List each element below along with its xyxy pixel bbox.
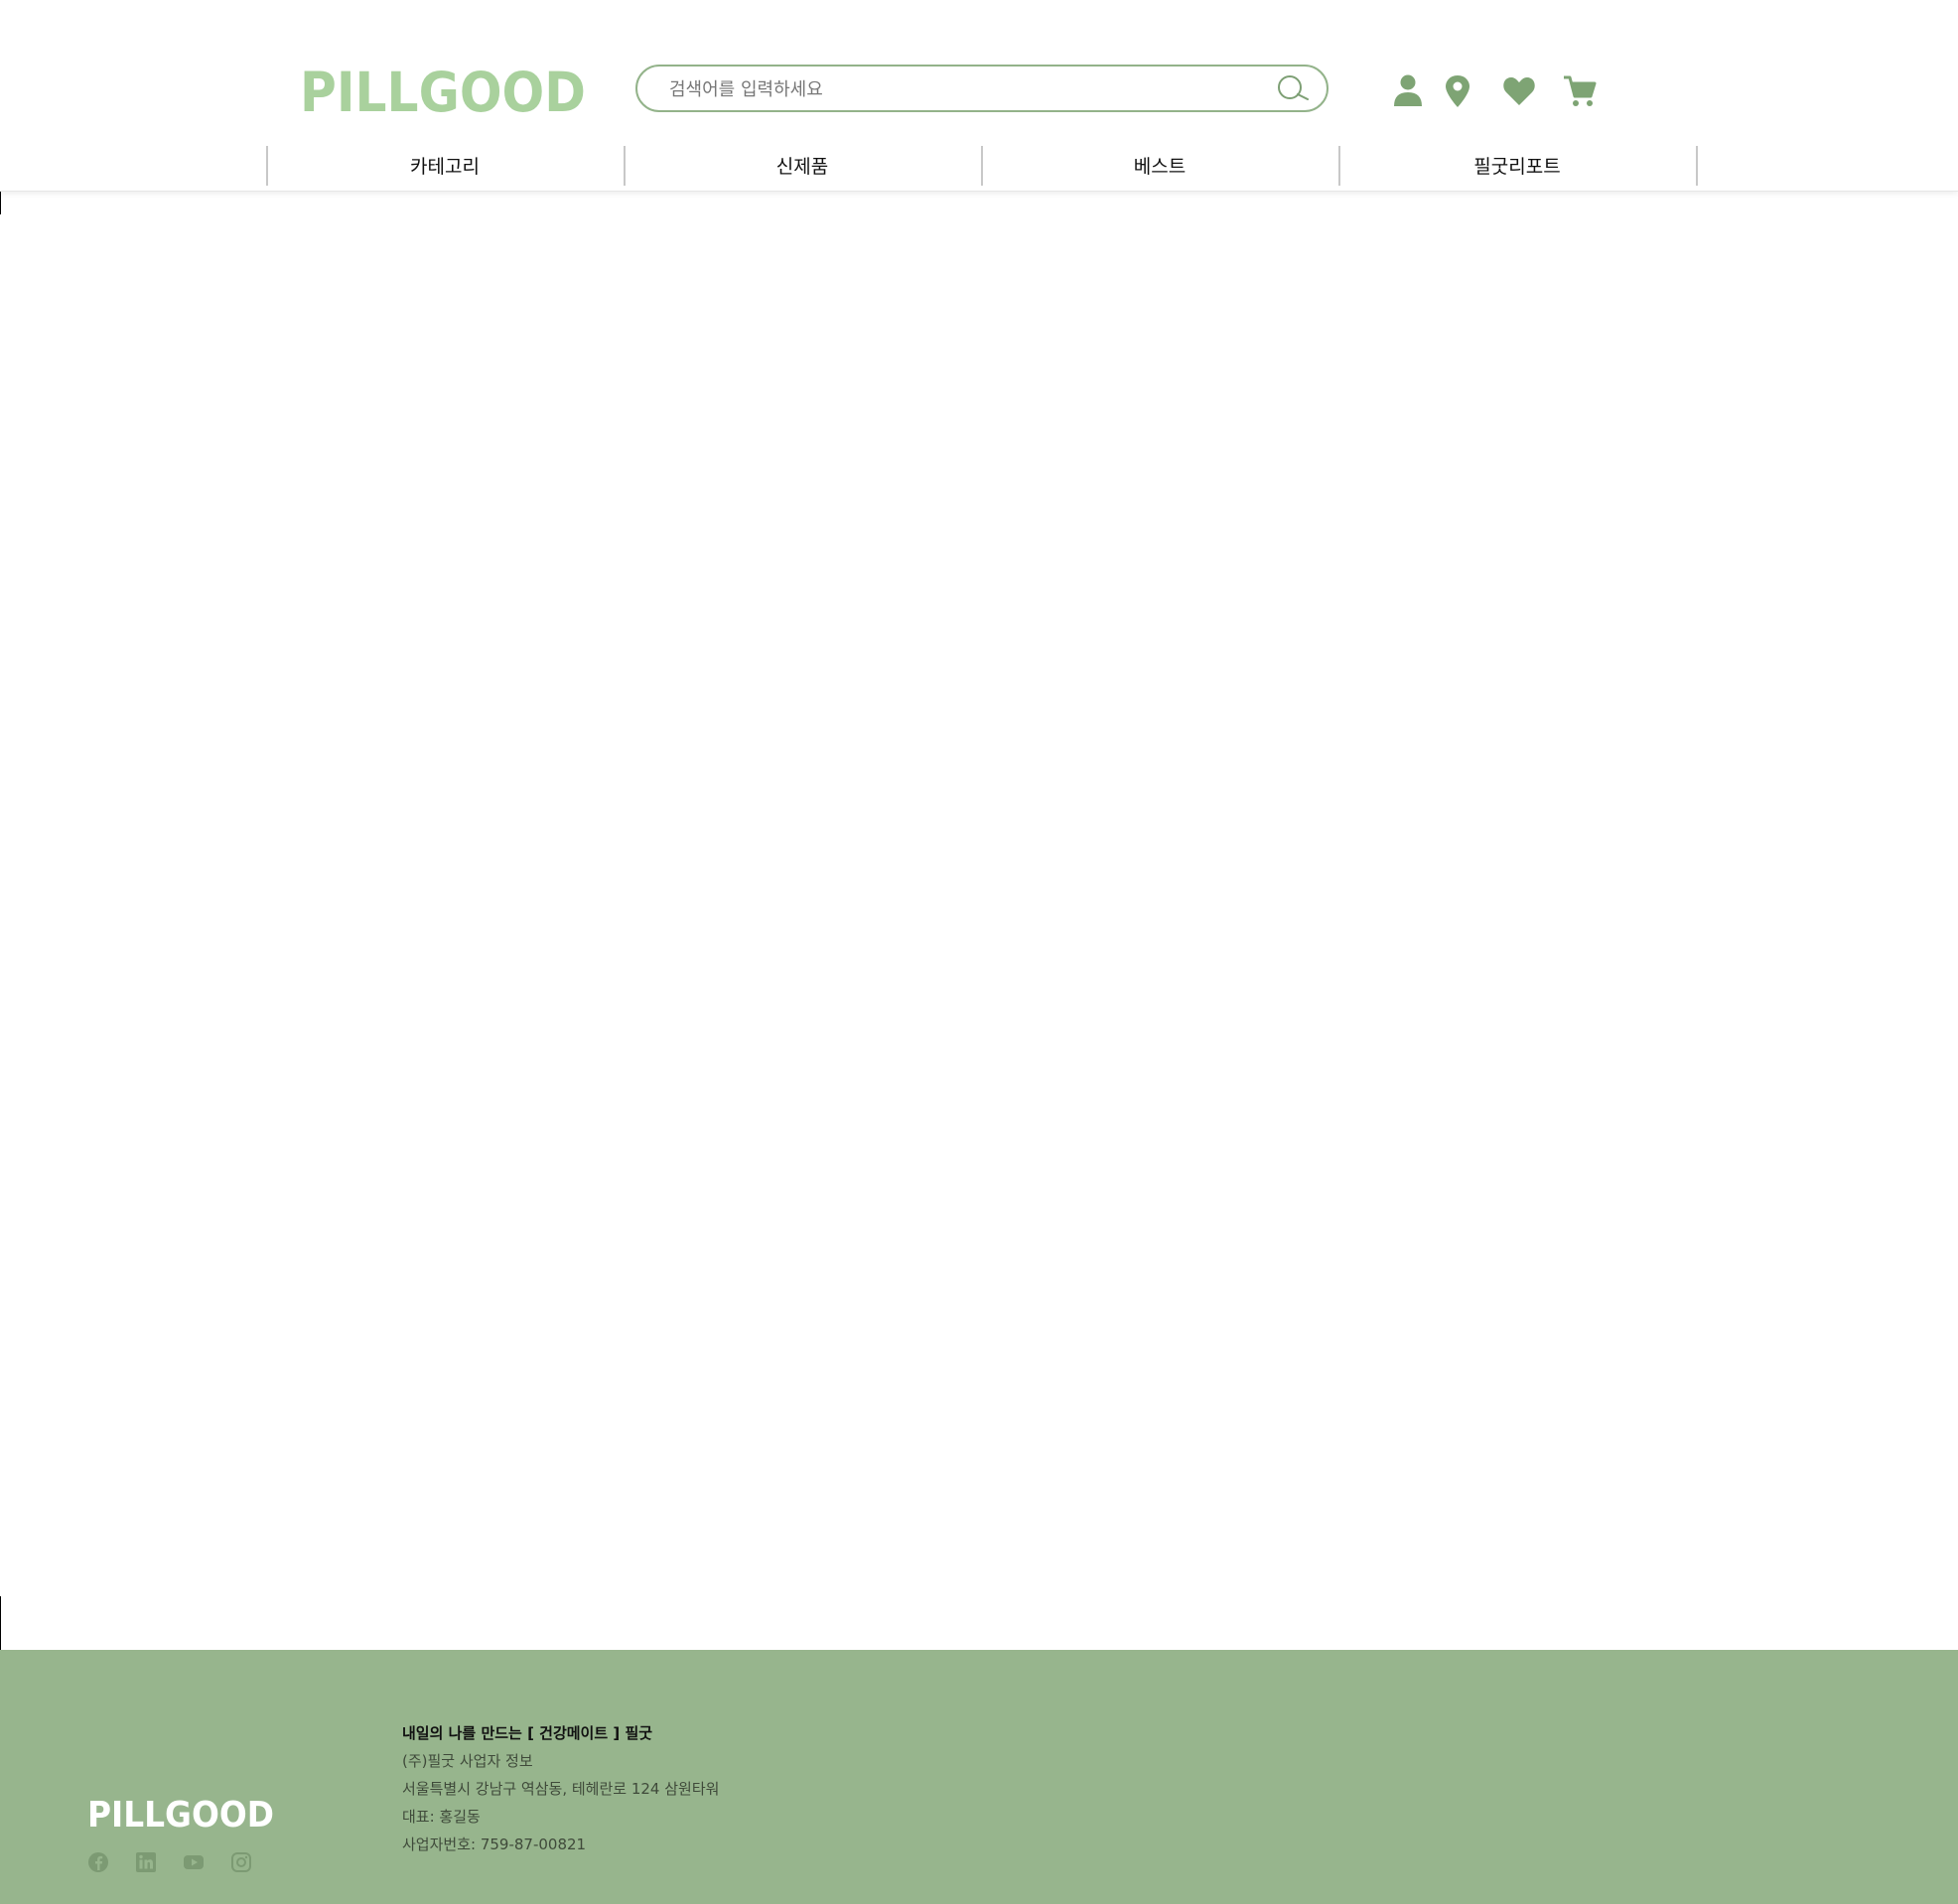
company-info: 내일의 나를 만드는 [ 건강메이트 ] 필굿 (주)필굿 사업자 정보 서울특… bbox=[402, 1719, 719, 1858]
facebook-icon[interactable] bbox=[87, 1851, 109, 1873]
cart-icon[interactable] bbox=[1562, 72, 1598, 110]
youtube-icon[interactable] bbox=[183, 1851, 205, 1873]
linkedin-icon[interactable] bbox=[135, 1851, 157, 1873]
footer-ceo: 대표: 홍길동 bbox=[402, 1808, 481, 1826]
heart-icon[interactable] bbox=[1501, 72, 1537, 110]
location-pin-icon[interactable] bbox=[1440, 72, 1475, 110]
user-icon[interactable] bbox=[1390, 72, 1426, 110]
instagram-icon[interactable] bbox=[230, 1851, 252, 1873]
footer-business-number: 사업자번호: 759-87-00821 bbox=[402, 1836, 587, 1853]
footer-tagline: 내일의 나를 만드는 [ 건강메이트 ] 필굿 bbox=[402, 1724, 653, 1742]
search-icon[interactable] bbox=[1275, 75, 1309, 103]
nav-item-new[interactable]: 신제품 bbox=[624, 144, 981, 186]
site-footer: PILLGOOD 내일의 나를 만드는 [건강메이트] 필굿 (주)필굿 사… bbox=[0, 1650, 1958, 1904]
footer-company-info: (주)필굿 사업자 정보 bbox=[402, 1752, 533, 1770]
footer-address: 서울특별시 강남구 역삼동, 테헤란로 124 삼원타워 bbox=[402, 1780, 720, 1798]
nav-item-category[interactable]: 카테고리 bbox=[266, 144, 624, 186]
nav-divider bbox=[1696, 146, 1698, 186]
nav-item-report[interactable]: 필굿리포트 bbox=[1338, 144, 1696, 186]
main-nav: 카테고리 신제품 베스트 필굿리포트 bbox=[266, 144, 1700, 186]
footer-logo[interactable]: PILLGOOD bbox=[87, 1793, 276, 1836]
search-bar bbox=[635, 65, 1329, 112]
nav-item-best[interactable]: 베스트 bbox=[981, 144, 1338, 186]
search-input[interactable] bbox=[667, 73, 1257, 105]
svg-text:PILLGOOD: PILLGOOD bbox=[87, 1795, 274, 1833]
site-logo[interactable]: PILLGOOD bbox=[300, 60, 588, 123]
svg-text:PILLGOOD: PILLGOOD bbox=[300, 61, 586, 123]
site-header: PILLGOOD 검색어를 입력하세요 카테고리 신제품 베스트 필굿리포트 bbox=[0, 0, 1958, 192]
